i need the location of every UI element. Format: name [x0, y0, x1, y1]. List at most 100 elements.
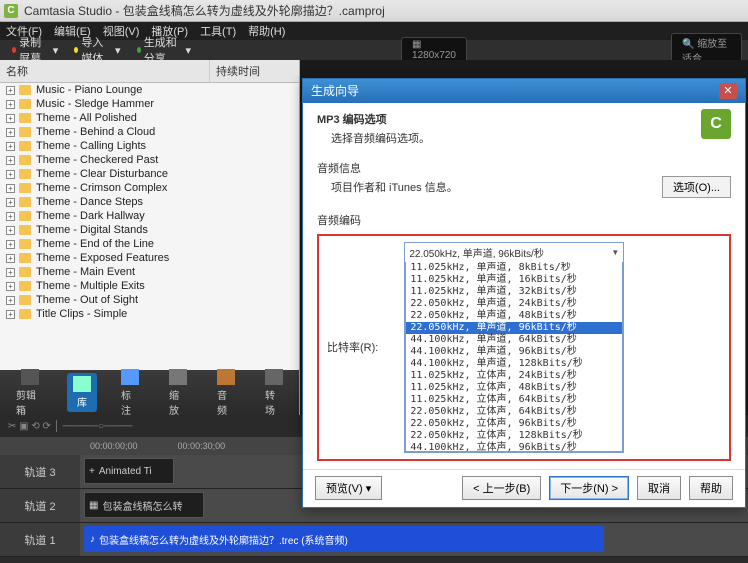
clip-animated-title[interactable]: + Animated Ti: [84, 458, 174, 484]
library-item[interactable]: +Music - Piano Lounge: [0, 83, 299, 97]
bitrate-option[interactable]: 22.050kHz, 立体声, 96kBits/秒: [406, 418, 622, 430]
library-item[interactable]: + Theme - Behind a Cloud: [0, 125, 299, 139]
clip-audio[interactable]: ♪ 包装盒线稿怎么转为虚线及外轮廓描边？.trec (系统音频): [84, 526, 604, 552]
next-button[interactable]: 下一步(N) >: [549, 476, 629, 500]
library-item[interactable]: + Theme - Dark Hallway: [0, 209, 299, 223]
tab-clipbin[interactable]: 剪辑箱: [10, 366, 49, 420]
bitrate-option[interactable]: 44.100kHz, 立体声, 96kBits/秒: [406, 442, 622, 452]
bitrate-option[interactable]: 22.050kHz, 立体声, 128kBits/秒: [406, 430, 622, 442]
expand-icon[interactable]: +: [6, 212, 15, 221]
library-item[interactable]: +Music - Sledge Hammer: [0, 97, 299, 111]
library-item[interactable]: +Theme - Digital Stands: [0, 223, 299, 237]
library-item[interactable]: + Theme - Exposed Features: [0, 251, 299, 265]
expand-icon[interactable]: +: [6, 156, 15, 165]
close-icon[interactable]: ✕: [719, 83, 737, 99]
col-name[interactable]: 名称: [0, 60, 210, 82]
menu-tools[interactable]: 工具(T): [200, 23, 236, 39]
library-item[interactable]: +Theme - Clear Disturbance: [0, 167, 299, 181]
library-item-label: Theme - Crimson Complex: [36, 182, 167, 194]
bitrate-option[interactable]: 44.100kHz, 单声道, 96kBits/秒: [406, 346, 622, 358]
track2-label[interactable]: 轨道 2: [0, 489, 80, 522]
folder-icon: [19, 169, 31, 179]
library-item[interactable]: +Theme - Dance Steps: [0, 195, 299, 209]
clip-video[interactable]: ▦ 包装盒线稿怎么转: [84, 492, 204, 518]
bitrate-option[interactable]: 22.050kHz, 单声道, 48kBits/秒: [406, 310, 622, 322]
col-duration[interactable]: 持续时间: [210, 60, 266, 82]
expand-icon[interactable]: +: [6, 128, 15, 137]
dialog-title: 生成向导: [311, 82, 359, 99]
folder-icon: [19, 267, 31, 277]
library-item-label: Theme - Behind a Cloud: [36, 126, 155, 138]
back-button[interactable]: < 上一步(B): [462, 476, 541, 500]
library-item-label: Theme - Exposed Features: [36, 252, 169, 264]
tab-transition[interactable]: 转场: [259, 366, 289, 420]
library-item[interactable]: + Theme - End of the Line: [0, 237, 299, 251]
expand-icon[interactable]: +: [6, 268, 15, 277]
tab-zoom[interactable]: 缩放: [163, 366, 193, 420]
folder-icon: [19, 281, 31, 291]
dialog-titlebar[interactable]: 生成向导 ✕: [303, 79, 745, 103]
folder-icon: [19, 99, 31, 109]
library-item[interactable]: +Theme - Out of Sight: [0, 293, 299, 307]
expand-icon[interactable]: +: [6, 296, 15, 305]
preview-button[interactable]: 预览(V) ▾: [315, 476, 382, 500]
expand-icon[interactable]: +: [6, 240, 15, 249]
options-button[interactable]: 选项(O)...: [662, 176, 731, 198]
expand-icon[interactable]: +: [6, 226, 15, 235]
section-audio-encode: 音频编码: [317, 212, 731, 228]
library-item-label: Theme - Main Event: [36, 266, 135, 278]
library-item-label: Theme - Dark Hallway: [36, 210, 145, 222]
help-button[interactable]: 帮助: [689, 476, 733, 500]
expand-icon[interactable]: +: [6, 310, 15, 319]
library-item[interactable]: + Theme - Main Event: [0, 265, 299, 279]
produce-wizard-dialog: 生成向导 ✕ C MP3 编码选项 选择音频编码选项。 音频信息 项目作者和 i…: [302, 78, 746, 508]
library-item-label: Theme - Calling Lights: [36, 140, 146, 152]
tab-callout[interactable]: 标注: [115, 366, 145, 420]
transition-icon: [265, 369, 283, 385]
bitrate-option[interactable]: 44.100kHz, 单声道, 64kBits/秒: [406, 334, 622, 346]
tab-library[interactable]: 库: [67, 373, 97, 412]
bitrate-option[interactable]: 11.025kHz, 单声道, 32kBits/秒: [406, 286, 622, 298]
bitrate-option[interactable]: 11.025kHz, 单声道, 8kBits/秒: [406, 262, 622, 274]
track1-lane[interactable]: ♪ 包装盒线稿怎么转为虚线及外轮廓描边？.trec (系统音频): [80, 523, 748, 556]
library-item[interactable]: +Title Clips - Simple: [0, 307, 299, 321]
expand-icon[interactable]: +: [6, 170, 15, 179]
bitrate-combo[interactable]: 22.050kHz, 单声道, 96kBits/秒 ▼ 11.025kHz, 单…: [404, 242, 624, 453]
expand-icon[interactable]: +: [6, 86, 15, 95]
expand-icon[interactable]: +: [6, 114, 15, 123]
library-item[interactable]: +Theme - Multiple Exits: [0, 279, 299, 293]
expand-icon[interactable]: +: [6, 184, 15, 193]
library-item[interactable]: + Theme - Crimson Complex: [0, 181, 299, 195]
zoom-icon: [169, 369, 187, 385]
folder-icon: [19, 85, 31, 95]
expand-icon[interactable]: +: [6, 198, 15, 207]
expand-icon[interactable]: +: [6, 100, 15, 109]
app-logo-icon: C: [4, 4, 18, 18]
bitrate-option[interactable]: 11.025kHz, 立体声, 64kBits/秒: [406, 394, 622, 406]
bitrate-option[interactable]: 11.025kHz, 单声道, 16kBits/秒: [406, 274, 622, 286]
cancel-button[interactable]: 取消: [637, 476, 681, 500]
folder-icon: [19, 197, 31, 207]
expand-icon[interactable]: +: [6, 282, 15, 291]
library-item[interactable]: +Theme - Checkered Past: [0, 153, 299, 167]
bitrate-option[interactable]: 22.050kHz, 单声道, 96kBits/秒: [406, 322, 622, 334]
library-item[interactable]: + Theme - Calling Lights: [0, 139, 299, 153]
track3-label[interactable]: 轨道 3: [0, 455, 80, 488]
bitrate-option[interactable]: 22.050kHz, 立体声, 64kBits/秒: [406, 406, 622, 418]
library-list[interactable]: +Music - Piano Lounge+Music - Sledge Ham…: [0, 83, 299, 370]
bitrate-option[interactable]: 11.025kHz, 立体声, 48kBits/秒: [406, 382, 622, 394]
folder-icon: [19, 211, 31, 221]
library-item-label: Theme - End of the Line: [36, 238, 154, 250]
menu-help[interactable]: 帮助(H): [248, 23, 285, 39]
bitrate-dropdown[interactable]: 11.025kHz, 单声道, 8kBits/秒11.025kHz, 单声道, …: [405, 262, 623, 452]
library-item[interactable]: +Theme - All Polished: [0, 111, 299, 125]
bitrate-label: 比特率(R):: [327, 339, 378, 355]
bitrate-option[interactable]: 11.025kHz, 立体声, 24kBits/秒: [406, 370, 622, 382]
expand-icon[interactable]: +: [6, 142, 15, 151]
track1-label[interactable]: 轨道 1: [0, 523, 80, 556]
section-audio-info: 音频信息: [317, 160, 731, 176]
bitrate-option[interactable]: 22.050kHz, 单声道, 24kBits/秒: [406, 298, 622, 310]
bitrate-option[interactable]: 44.100kHz, 单声道, 128kBits/秒: [406, 358, 622, 370]
tab-audio[interactable]: 音频: [211, 366, 241, 420]
expand-icon[interactable]: +: [6, 254, 15, 263]
